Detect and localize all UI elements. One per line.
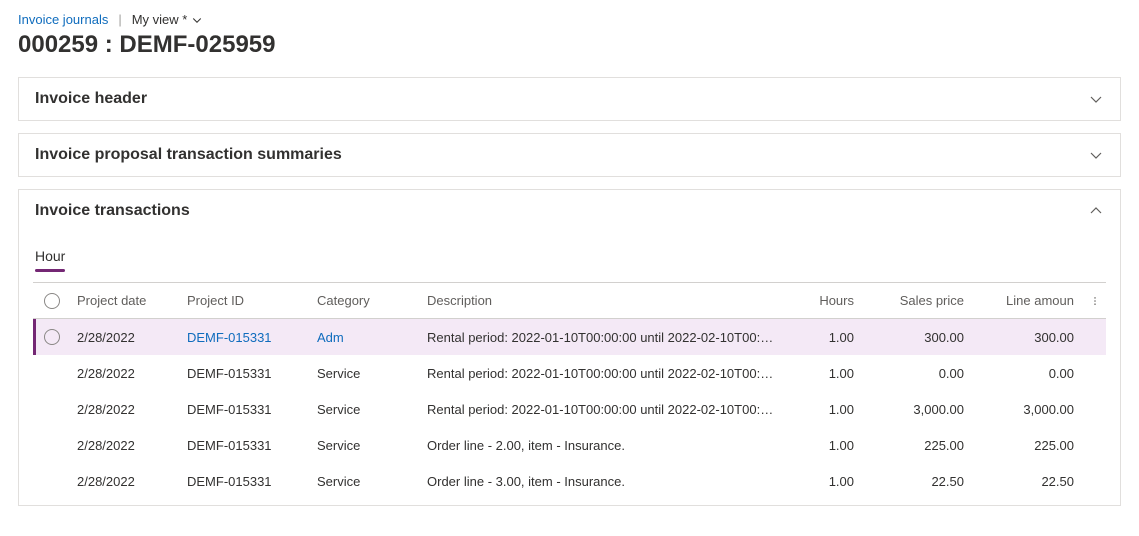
tab-hour[interactable]: Hour: [35, 244, 65, 270]
cell-description: Order line - 2.00, item - Insurance.: [421, 430, 784, 461]
transactions-tabs: Hour: [33, 244, 1106, 270]
cell-description: Rental period: 2022-01-10T00:00:00 until…: [421, 322, 784, 353]
cell-line-amount: 225.00: [974, 430, 1084, 461]
cell-project-id: DEMF-015331: [181, 394, 311, 425]
row-spacer: [1084, 401, 1106, 417]
breadcrumb-separator: |: [118, 12, 121, 27]
view-selector[interactable]: My view *: [132, 12, 204, 27]
column-options-icon[interactable]: [1084, 286, 1106, 316]
cell-description: Rental period: 2022-01-10T00:00:00 until…: [421, 394, 784, 425]
breadcrumb-link[interactable]: Invoice journals: [18, 12, 108, 27]
cell-sales-price: 0.00: [864, 358, 974, 389]
cell-project-id: DEMF-015331: [181, 430, 311, 461]
cell-sales-price: 300.00: [864, 322, 974, 353]
col-project-id[interactable]: Project ID: [181, 285, 311, 316]
panel-invoice-header: Invoice header: [18, 77, 1121, 121]
cell-hours: 1.00: [784, 358, 864, 389]
chevron-down-icon: [1088, 147, 1104, 163]
table-row[interactable]: 2/28/2022DEMF-015331ServiceRental period…: [33, 391, 1106, 427]
panel-transactions-title: Invoice transactions: [35, 202, 190, 220]
cell-project-id: DEMF-015331: [181, 358, 311, 389]
chevron-down-icon: [1088, 91, 1104, 107]
row-spacer: [1084, 473, 1106, 489]
grid-header: Project date Project ID Category Descrip…: [33, 283, 1106, 319]
cell-project-date: 2/28/2022: [71, 358, 181, 389]
table-row[interactable]: 2/28/2022DEMF-015331ServiceOrder line - …: [33, 463, 1106, 499]
cell-category: Service: [311, 466, 421, 497]
cell-description: Rental period: 2022-01-10T00:00:00 until…: [421, 358, 784, 389]
cell-line-amount: 0.00: [974, 358, 1084, 389]
table-row[interactable]: 2/28/2022DEMF-015331AdmRental period: 20…: [33, 319, 1106, 355]
col-project-date[interactable]: Project date: [71, 285, 181, 316]
cell-hours: 1.00: [784, 322, 864, 353]
row-select[interactable]: [33, 321, 71, 353]
transactions-grid: Project date Project ID Category Descrip…: [33, 282, 1106, 499]
row-spacer: [1084, 437, 1106, 453]
cell-project-id[interactable]: DEMF-015331: [181, 322, 311, 353]
col-line-amount[interactable]: Line amoun: [974, 285, 1084, 316]
cell-project-date: 2/28/2022: [71, 466, 181, 497]
panel-summaries-title: Invoice proposal transaction summaries: [35, 146, 342, 164]
panel-invoice-header-title: Invoice header: [35, 90, 147, 108]
breadcrumb: Invoice journals | My view *: [18, 12, 1121, 27]
table-row[interactable]: 2/28/2022DEMF-015331ServiceOrder line - …: [33, 427, 1106, 463]
table-row[interactable]: 2/28/2022DEMF-015331ServiceRental period…: [33, 355, 1106, 391]
row-select[interactable]: [33, 437, 71, 453]
col-sales-price[interactable]: Sales price: [864, 285, 974, 316]
panel-invoice-header-toggle[interactable]: Invoice header: [19, 78, 1120, 120]
panel-transactions-body: Hour Project date Project ID Category De…: [19, 232, 1120, 505]
cell-category[interactable]: Adm: [311, 322, 421, 353]
chevron-down-icon: [191, 14, 203, 26]
cell-sales-price: 22.50: [864, 466, 974, 497]
row-spacer: [1084, 329, 1106, 345]
cell-sales-price: 225.00: [864, 430, 974, 461]
view-label: My view *: [132, 12, 188, 27]
col-hours[interactable]: Hours: [784, 285, 864, 316]
panel-summaries: Invoice proposal transaction summaries: [18, 133, 1121, 177]
cell-hours: 1.00: [784, 466, 864, 497]
cell-category: Service: [311, 358, 421, 389]
row-select[interactable]: [33, 401, 71, 417]
select-all[interactable]: [33, 285, 71, 317]
cell-line-amount: 3,000.00: [974, 394, 1084, 425]
cell-project-date: 2/28/2022: [71, 322, 181, 353]
cell-category: Service: [311, 394, 421, 425]
cell-category: Service: [311, 430, 421, 461]
col-category[interactable]: Category: [311, 285, 421, 316]
cell-sales-price: 3,000.00: [864, 394, 974, 425]
row-select[interactable]: [33, 365, 71, 381]
page-title: 000259 : DEMF-025959: [18, 31, 1121, 59]
cell-hours: 1.00: [784, 430, 864, 461]
row-select[interactable]: [33, 473, 71, 489]
cell-line-amount: 300.00: [974, 322, 1084, 353]
panel-transactions-toggle[interactable]: Invoice transactions: [19, 190, 1120, 232]
row-spacer: [1084, 365, 1106, 381]
cell-project-id: DEMF-015331: [181, 466, 311, 497]
cell-line-amount: 22.50: [974, 466, 1084, 497]
cell-description: Order line - 3.00, item - Insurance.: [421, 466, 784, 497]
panel-summaries-toggle[interactable]: Invoice proposal transaction summaries: [19, 134, 1120, 176]
cell-hours: 1.00: [784, 394, 864, 425]
col-description[interactable]: Description: [421, 285, 784, 316]
cell-project-date: 2/28/2022: [71, 394, 181, 425]
chevron-up-icon: [1088, 203, 1104, 219]
panel-transactions: Invoice transactions Hour Project date P…: [18, 189, 1121, 506]
cell-project-date: 2/28/2022: [71, 430, 181, 461]
